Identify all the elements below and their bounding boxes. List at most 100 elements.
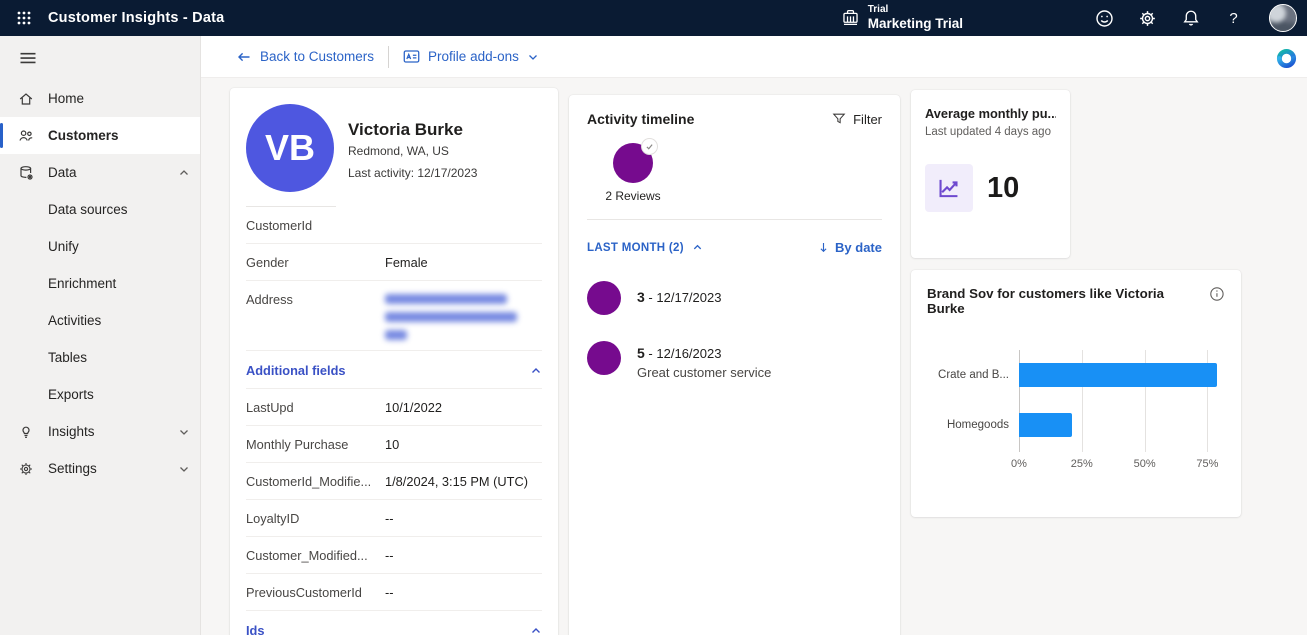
customer-last-activity: Last activity: 12/17/2023 [348, 166, 477, 180]
sidebar-item-label: Settings [48, 461, 97, 476]
x-tick-label: 75% [1196, 458, 1218, 470]
review-score: 5 [637, 345, 645, 361]
bell-icon [1182, 9, 1200, 27]
filter-button[interactable]: Filter [832, 112, 882, 127]
sort-by-date-button[interactable]: By date [817, 240, 882, 255]
field-value-redacted [385, 292, 542, 340]
metric-title: Average monthly pu... [925, 106, 1056, 121]
app-launcher-icon[interactable] [0, 0, 48, 36]
chevron-up-icon [530, 365, 542, 377]
field-value: -- [385, 511, 394, 526]
redacted-address-line [385, 312, 517, 322]
reviews-bubble [613, 143, 653, 183]
gear-icon [18, 461, 34, 477]
last-month-group-toggle[interactable]: LAST MONTH (2) [587, 242, 703, 254]
copilot-icon [1276, 48, 1297, 69]
brand-bar-chart: Crate and B...Homegoods 0%25%50%75% [927, 350, 1225, 478]
sidebar-item-settings[interactable]: Settings [0, 450, 200, 487]
brand-card-header: Brand Sov for customers like Victoria Bu… [927, 286, 1225, 316]
timeline-item[interactable]: 3 - 12/17/2023 [587, 281, 882, 315]
info-icon[interactable] [1209, 286, 1225, 302]
sidebar-item-label: Insights [48, 424, 95, 439]
category-label: Homegoods [927, 419, 1019, 431]
sidebar-item-unify[interactable]: Unify [0, 228, 200, 265]
help-button[interactable]: ? [1212, 0, 1255, 36]
field-label: CustomerId [246, 218, 385, 233]
field-row-lastupd: LastUpd 10/1/2022 [246, 389, 542, 426]
sidebar-nav: Home Customers Data Data sources Unify E… [0, 36, 201, 635]
copilot-button[interactable] [1274, 46, 1298, 70]
redacted-address-line [385, 294, 507, 304]
review-activity-circle [587, 341, 621, 375]
feedback-button[interactable] [1083, 0, 1126, 36]
bar-track [1019, 413, 1225, 437]
settings-button[interactable] [1126, 0, 1169, 36]
additional-fields-section-toggle[interactable]: Additional fields [246, 351, 542, 389]
bar-crate-and-b- [1019, 363, 1217, 387]
sidebar-item-tables[interactable]: Tables [0, 339, 200, 376]
metric-last-updated: Last updated 4 days ago [925, 126, 1056, 138]
waffle-grid-icon [16, 10, 32, 26]
sidebar-item-insights[interactable]: Insights [0, 413, 200, 450]
metric-body: 10 [925, 164, 1056, 212]
average-monthly-purchase-card: Average monthly pu... Last updated 4 day… [911, 90, 1070, 258]
review-date: 12/17/2023 [656, 290, 721, 305]
customer-avatar: VB [246, 104, 334, 192]
sidebar-item-label: Home [48, 91, 84, 106]
sidebar-item-customers[interactable]: Customers [0, 117, 200, 154]
bar-homegoods [1019, 413, 1072, 437]
reviews-count-label: 2 Reviews [601, 189, 665, 203]
back-to-customers-link[interactable]: Back to Customers [236, 49, 374, 65]
customer-location: Redmond, WA, US [348, 144, 477, 158]
profile-addons-label: Profile add-ons [428, 49, 519, 64]
field-row-monthly-purchase: Monthly Purchase 10 [246, 426, 542, 463]
notifications-button[interactable] [1169, 0, 1212, 36]
sidebar-item-data-sources[interactable]: Data sources [0, 191, 200, 228]
sidebar-item-label: Tables [48, 350, 87, 365]
customer-name: Victoria Burke [348, 120, 477, 140]
activity-summary[interactable]: 2 Reviews [601, 143, 665, 203]
sidebar-item-home[interactable]: Home [0, 80, 200, 117]
separator: - [648, 346, 652, 361]
sidebar-item-data[interactable]: Data [0, 154, 200, 191]
header-right-cluster: Trial Marketing Trial ? [841, 0, 1307, 36]
timeline-item-body: 5 - 12/16/2023 Great customer service [637, 341, 771, 380]
ids-section-toggle[interactable]: Ids [246, 611, 542, 635]
timeline-item-title: 5 - 12/16/2023 [637, 345, 771, 361]
sidebar-item-exports[interactable]: Exports [0, 376, 200, 413]
environment-name: Marketing Trial [868, 16, 963, 32]
sidebar-item-enrichment[interactable]: Enrichment [0, 265, 200, 302]
field-value: Female [385, 255, 428, 270]
hamburger-icon [18, 48, 38, 68]
redacted-address-line [385, 330, 407, 340]
customer-profile-card: VB Victoria Burke Redmond, WA, US Last a… [230, 88, 558, 635]
chevron-up-icon [530, 625, 542, 635]
brand-chart-rows: Crate and B...Homegoods [927, 350, 1225, 450]
environment-picker[interactable]: Trial Marketing Trial [841, 4, 963, 31]
additional-fields-title: Additional fields [246, 363, 346, 378]
collapse-nav-button[interactable] [0, 36, 200, 80]
metric-icon-box [925, 164, 973, 212]
profile-addons-button[interactable]: Profile add-ons [403, 48, 539, 65]
environment-type: Trial [868, 4, 963, 16]
sidebar-item-label: Customers [48, 128, 119, 143]
timeline-item[interactable]: 5 - 12/16/2023 Great customer service [587, 341, 882, 380]
sort-label: By date [835, 240, 882, 255]
back-arrow-icon [236, 49, 252, 65]
sidebar-item-label: Unify [48, 239, 79, 254]
field-row-previous-customerid: PreviousCustomerId -- [246, 574, 542, 611]
sidebar-item-activities[interactable]: Activities [0, 302, 200, 339]
user-avatar[interactable] [1269, 4, 1297, 32]
bar-track [1019, 363, 1225, 387]
review-note: Great customer service [637, 365, 771, 380]
chevron-down-icon [178, 426, 190, 438]
field-label: LastUpd [246, 400, 385, 415]
filter-label: Filter [853, 112, 882, 127]
field-row-loyaltyid: LoyaltyID -- [246, 500, 542, 537]
field-label: CustomerId_Modifie... [246, 474, 385, 489]
lightbulb-icon [18, 424, 34, 440]
field-label: Customer_Modified... [246, 548, 385, 563]
field-label: LoyaltyID [246, 511, 385, 526]
field-value: 10 [385, 437, 399, 452]
review-activity-circle [587, 281, 621, 315]
